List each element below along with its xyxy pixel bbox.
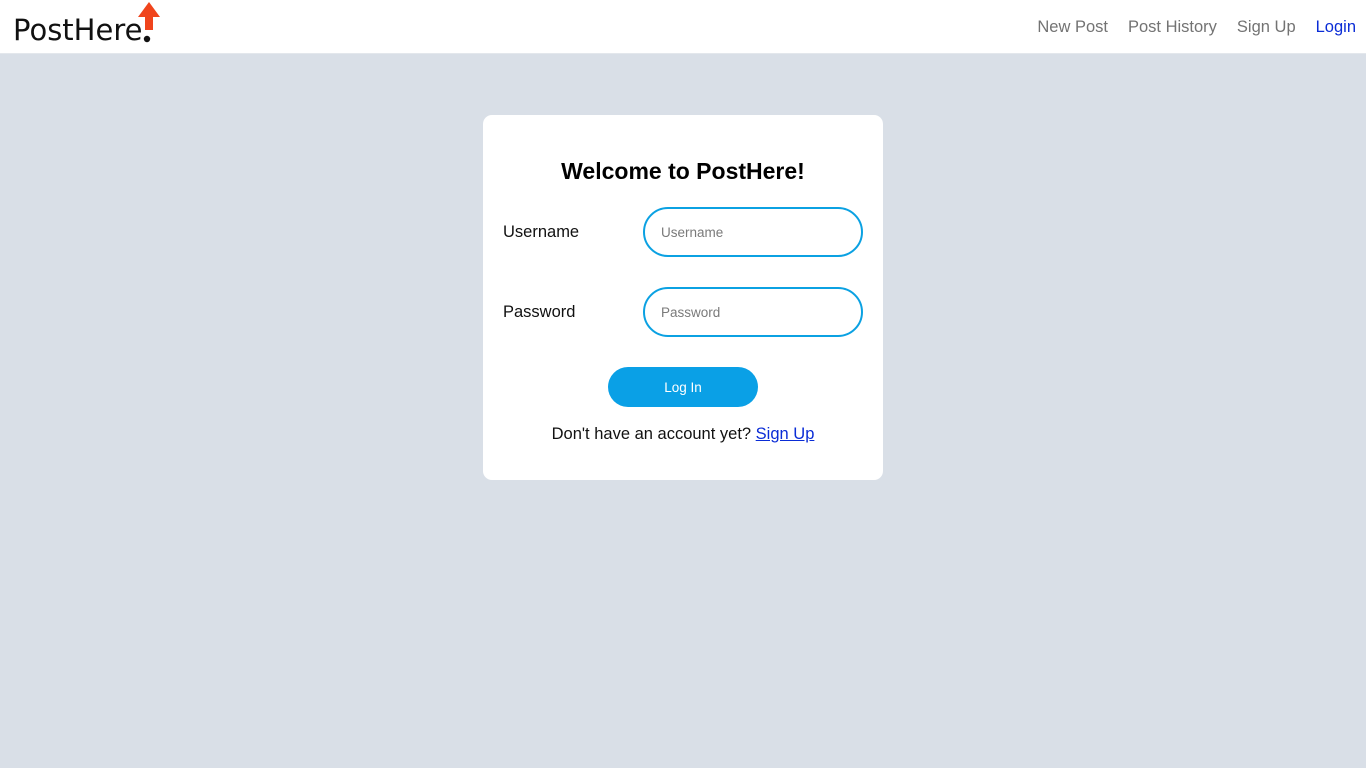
nav-links: New Post Post History Sign Up Login — [1017, 0, 1356, 54]
username-label: Username — [503, 223, 580, 241]
username-input[interactable] — [643, 207, 863, 257]
top-navbar: PostHere New Post Post History Sign Up L… — [0, 0, 1366, 54]
logo-text: PostHere — [13, 13, 143, 47]
signup-link[interactable]: Sign Up — [756, 425, 815, 443]
login-title: Welcome to PostHere! — [561, 158, 805, 184]
posthere-logo[interactable]: PostHere — [13, 0, 163, 54]
signup-prompt: Don't have an account yet? Sign Up — [483, 425, 883, 444]
nav-new-post[interactable]: New Post — [1037, 18, 1108, 37]
login-card: Welcome to PostHere! Username Password L… — [483, 115, 883, 480]
log-in-button[interactable]: Log In — [608, 367, 758, 407]
nav-post-history[interactable]: Post History — [1128, 18, 1217, 37]
password-label: Password — [503, 303, 576, 321]
nav-sign-up[interactable]: Sign Up — [1237, 18, 1296, 37]
password-input[interactable] — [643, 287, 863, 337]
up-arrow-icon — [138, 2, 160, 43]
signup-prompt-text: Don't have an account yet? — [551, 425, 752, 443]
nav-login[interactable]: Login — [1316, 18, 1356, 37]
